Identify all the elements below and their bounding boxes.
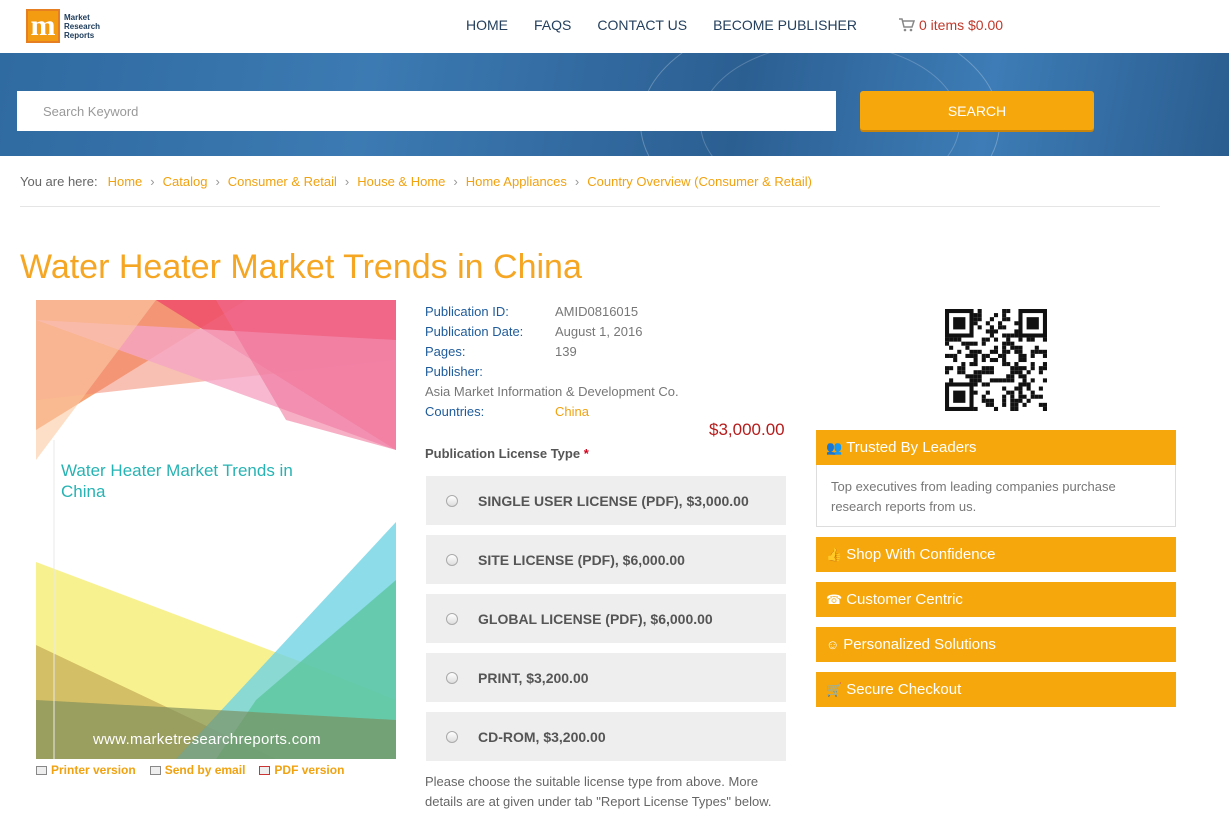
chevron-right-icon: ›: [574, 174, 580, 189]
breadcrumb-consumer-retail[interactable]: Consumer & Retail: [228, 174, 337, 189]
license-option-label: CD-ROM, $3,200.00: [478, 728, 606, 745]
printer-version-link[interactable]: Printer version: [36, 763, 136, 777]
phone-icon: ☎: [826, 591, 843, 607]
radio-button[interactable]: [446, 612, 458, 625]
cover-artwork: [36, 300, 396, 759]
breadcrumb-house-home[interactable]: House & Home: [357, 174, 445, 189]
publication-date-label: Publication Date:: [425, 324, 524, 339]
search-button[interactable]: SEARCH: [860, 91, 1094, 130]
license-option-label: SINGLE USER LICENSE (PDF), $3,000.00: [478, 492, 749, 509]
main-nav: HOME FAQS CONTACT US BECOME PUBLISHER: [466, 17, 883, 33]
cart-summary: 0 items $0.00: [919, 17, 1004, 33]
report-price: $3,000.00: [709, 420, 785, 439]
license-option-label: PRINT, $3,200.00: [478, 669, 589, 686]
cart-icon: [899, 18, 915, 32]
publication-id-label: Publication ID:: [425, 304, 509, 319]
cart-icon: 🛒: [826, 681, 843, 697]
radio-button[interactable]: [446, 671, 458, 684]
license-type-heading: Publication License Type *: [425, 446, 589, 461]
panel-personalized-solutions[interactable]: ☺ Personalized Solutions: [816, 627, 1176, 662]
search-banner: SEARCH: [0, 53, 1229, 156]
pages-value: 139: [555, 344, 577, 359]
breadcrumb-catalog[interactable]: Catalog: [163, 174, 208, 189]
panel-title: Secure Checkout: [846, 681, 962, 698]
chevron-right-icon: ›: [150, 174, 155, 189]
panel-title: Shop With Confidence: [846, 546, 996, 563]
radio-button[interactable]: [446, 553, 458, 566]
radio-button[interactable]: [446, 730, 458, 743]
panel-secure-checkout[interactable]: 🛒 Secure Checkout: [816, 672, 1176, 707]
pdf-icon: [259, 765, 271, 775]
radio-button[interactable]: [446, 494, 458, 507]
publisher-label: Publisher:: [425, 364, 483, 379]
publication-date-value: August 1, 2016: [555, 324, 643, 339]
breadcrumb-country-overview[interactable]: Country Overview (Consumer & Retail): [587, 174, 812, 189]
site-logo[interactable]: m Market Research Reports: [26, 6, 110, 46]
license-option-site[interactable]: SITE LICENSE (PDF), $6,000.00: [426, 535, 786, 584]
required-marker: *: [583, 446, 589, 461]
nav-contact-us[interactable]: CONTACT US: [597, 17, 687, 33]
panel-title: Customer Centric: [846, 591, 963, 608]
report-cover-image: Water Heater Market Trends in China www.…: [36, 300, 396, 759]
search-input[interactable]: [17, 91, 836, 131]
license-option-label: GLOBAL LICENSE (PDF), $6,000.00: [478, 610, 713, 627]
publication-details: Publication ID: AMID0816015 Publication …: [425, 302, 679, 422]
license-option-cd-rom[interactable]: CD-ROM, $3,200.00: [426, 712, 786, 761]
printer-version-label: Printer version: [51, 763, 136, 777]
breadcrumb-prefix: You are here:: [20, 174, 98, 189]
panel-customer-centric[interactable]: ☎ Customer Centric: [816, 582, 1176, 617]
publication-id-value: AMID0816015: [555, 304, 639, 319]
publisher-value: Asia Market Information & Development Co…: [425, 384, 679, 399]
license-option-print[interactable]: PRINT, $3,200.00: [426, 653, 786, 702]
site-header: m Market Research Reports HOME FAQS CONT…: [0, 0, 1229, 53]
nav-faqs[interactable]: FAQS: [534, 17, 571, 33]
license-note: Please choose the suitable license type …: [425, 774, 772, 809]
printer-icon: [36, 765, 47, 775]
countries-label: Countries:: [425, 404, 485, 419]
nav-become-publisher[interactable]: BECOME PUBLISHER: [713, 17, 857, 33]
breadcrumb-divider: [20, 206, 1160, 207]
chevron-right-icon: ›: [344, 174, 350, 189]
thumbs-up-icon: 👍: [826, 546, 843, 562]
license-option-global[interactable]: GLOBAL LICENSE (PDF), $6,000.00: [426, 594, 786, 643]
panel-title: Trusted By Leaders: [846, 439, 977, 456]
license-option-label: SITE LICENSE (PDF), $6,000.00: [478, 551, 685, 568]
cover-actions: Printer version Send by email PDF versio…: [36, 763, 358, 777]
cart-link[interactable]: 0 items $0.00: [898, 17, 1003, 33]
chevron-right-icon: ›: [215, 174, 220, 189]
logo-text: Market Research Reports: [64, 12, 101, 40]
license-option-single-user[interactable]: SINGLE USER LICENSE (PDF), $3,000.00: [426, 476, 786, 525]
users-icon: 👥: [826, 439, 843, 455]
nav-home[interactable]: HOME: [466, 17, 508, 33]
breadcrumb-home[interactable]: Home: [108, 174, 143, 189]
qr-code-icon: [945, 309, 1047, 411]
license-type-label: Publication License Type: [425, 446, 581, 461]
country-link-china[interactable]: China: [555, 402, 589, 422]
pages-label: Pages:: [425, 344, 466, 359]
send-by-email-label: Send by email: [164, 763, 246, 777]
email-icon: [149, 765, 161, 775]
cover-url: www.marketresearchreports.com: [93, 731, 321, 748]
smile-icon: ☺: [826, 637, 840, 652]
panel-trusted-body: Top executives from leading companies pu…: [816, 465, 1176, 527]
pdf-version-label: PDF version: [274, 763, 345, 777]
breadcrumb-home-appliances[interactable]: Home Appliances: [466, 174, 567, 189]
cover-title: Water Heater Market Trends in China: [61, 461, 293, 501]
breadcrumb: You are here: Home › Catalog › Consumer …: [20, 174, 812, 189]
chevron-right-icon: ›: [453, 174, 458, 189]
panel-shop-with-confidence[interactable]: 👍 Shop With Confidence: [816, 537, 1176, 572]
panel-trusted-by-leaders[interactable]: 👥 Trusted By Leaders: [816, 430, 1176, 465]
send-by-email-link[interactable]: Send by email: [149, 763, 246, 777]
panel-title: Personalized Solutions: [843, 636, 996, 653]
pdf-version-link[interactable]: PDF version: [259, 763, 344, 777]
page-title: Water Heater Market Trends in China: [20, 248, 582, 286]
logo-mark-icon: m: [26, 9, 60, 43]
